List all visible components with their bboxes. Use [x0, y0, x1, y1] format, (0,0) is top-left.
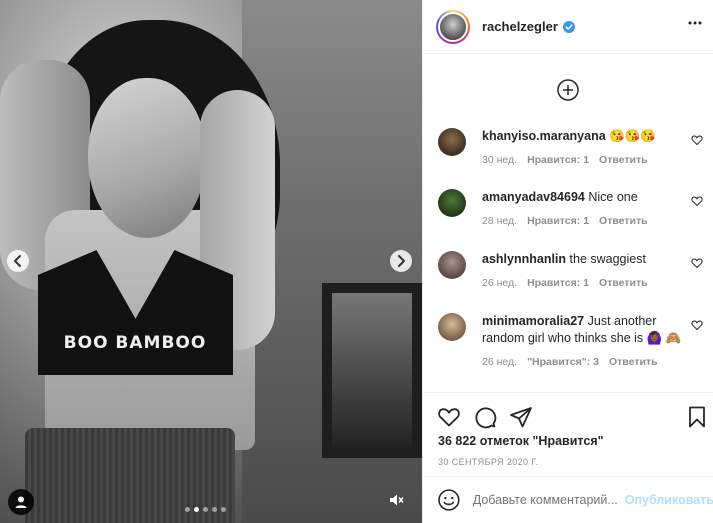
comment-time[interactable]: 28 нед.	[482, 215, 517, 227]
save-bookmark-icon[interactable]	[685, 405, 709, 429]
mute-button[interactable]	[384, 488, 408, 512]
publish-comment-button[interactable]: Опубликовать	[625, 493, 713, 507]
share-paper-plane-icon[interactable]	[509, 405, 533, 429]
comment-likes[interactable]: Нравится: 1	[527, 277, 589, 289]
heart-icon[interactable]	[691, 319, 703, 331]
face-shape	[88, 78, 206, 238]
tagged-users-button[interactable]	[8, 489, 34, 515]
comment-body: amanyadav84694 Nice one	[482, 189, 703, 206]
like-heart-icon[interactable]	[437, 405, 461, 429]
commenter-avatar[interactable]	[438, 251, 466, 279]
comment-bubble-icon[interactable]	[473, 405, 497, 429]
comment-meta: 30 нед. Нравится: 1 Ответить	[482, 154, 703, 166]
comment-likes[interactable]: Нравится: 1	[527, 154, 589, 166]
commenter-avatar[interactable]	[438, 128, 466, 156]
post-date[interactable]: 30 СЕНТЯБРЯ 2020 Г.	[438, 457, 538, 467]
comment-text: Nice one	[588, 190, 638, 204]
commenter-avatar[interactable]	[438, 313, 466, 341]
emoji-icon[interactable]	[437, 488, 461, 512]
carousel-prev-button[interactable]	[7, 250, 29, 272]
comment-likes[interactable]: Нравится: 1	[527, 215, 589, 227]
user-icon	[15, 496, 27, 508]
comment-text: the swaggiest	[569, 252, 646, 266]
speaker-muted-icon	[390, 494, 404, 506]
comment-meta: 26 нед. Нравится: 1 Ответить	[482, 277, 703, 289]
carousel-dot-active	[194, 507, 199, 512]
heart-icon[interactable]	[691, 195, 703, 207]
comment-item: minimamoralia27 Just another random girl…	[438, 313, 703, 368]
load-more-comments-icon[interactable]	[556, 78, 580, 102]
carousel-dot	[212, 507, 217, 512]
carousel-indicator	[185, 507, 226, 512]
comment-time[interactable]: 26 нед.	[482, 356, 517, 368]
comment-text: 😘😘😘	[609, 129, 656, 143]
comment-composer: Опубликовать	[423, 476, 713, 523]
commenter-username[interactable]: amanyadav84694	[482, 190, 585, 204]
carousel-next-button[interactable]	[390, 250, 412, 272]
commenter-username[interactable]: khanyiso.maranyana	[482, 129, 606, 143]
reply-button[interactable]: Ответить	[609, 356, 658, 368]
comment-time[interactable]: 26 нед.	[482, 277, 517, 289]
comment-meta: 28 нед. Нравится: 1 Ответить	[482, 215, 703, 227]
load-more-comments-row	[423, 54, 713, 126]
carousel-dot	[203, 507, 208, 512]
commenter-avatar[interactable]	[438, 189, 466, 217]
carousel-dot	[221, 507, 226, 512]
commenter-username[interactable]: ashlynnhanlin	[482, 252, 566, 266]
author-username[interactable]: rachelzegler	[482, 19, 558, 34]
verified-badge-icon	[562, 20, 575, 33]
reply-button[interactable]: Ответить	[599, 154, 648, 166]
post-action-bar	[423, 392, 713, 438]
wall-picture-frame	[322, 283, 422, 458]
author-avatar[interactable]	[436, 9, 470, 44]
heart-icon[interactable]	[691, 134, 703, 146]
comment-item: khanyiso.maranyana 😘😘😘 30 нед. Нравится:…	[438, 128, 703, 166]
comment-likes[interactable]: "Нравится": 3	[527, 356, 599, 368]
post-header: rachelzegler	[423, 0, 713, 54]
comment-body: ashlynnhanlin the swaggiest	[482, 251, 703, 268]
comment-meta: 26 нед. "Нравится": 3 Ответить	[482, 356, 703, 368]
post-photo[interactable]: BOO BAMBOO	[0, 0, 422, 523]
comment-item: ashlynnhanlin the swaggiest 26 нед. Нрав…	[438, 251, 703, 289]
comment-item: amanyadav84694 Nice one 28 нед. Нравится…	[438, 189, 703, 227]
carousel-dot	[185, 507, 190, 512]
reply-button[interactable]: Ответить	[599, 215, 648, 227]
comment-body: khanyiso.maranyana 😘😘😘	[482, 128, 703, 145]
comment-body: minimamoralia27 Just another random girl…	[482, 313, 703, 347]
likes-count[interactable]: 36 822 отметок "Нравится"	[438, 434, 604, 448]
chevron-left-icon	[14, 255, 21, 267]
heart-icon[interactable]	[691, 257, 703, 269]
more-options-icon[interactable]	[687, 15, 703, 31]
post-side-panel: rachelzegler khanyiso.maranyana 😘😘😘 30 н…	[422, 0, 713, 523]
image-band-text: BOO BAMBOO	[63, 333, 207, 353]
reply-button[interactable]: Ответить	[599, 277, 648, 289]
commenter-username[interactable]: minimamoralia27	[482, 314, 584, 328]
comment-time[interactable]: 30 нед.	[482, 154, 517, 166]
chevron-right-icon	[398, 255, 405, 267]
comment-input[interactable]	[472, 493, 623, 507]
